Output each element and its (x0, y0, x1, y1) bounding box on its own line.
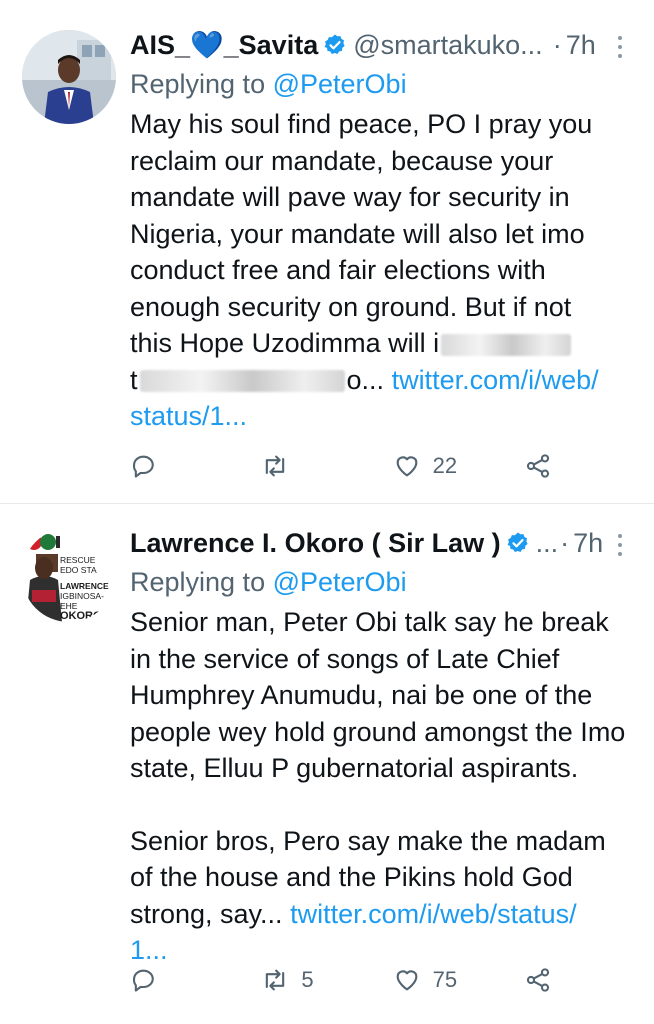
share-button[interactable] (524, 966, 564, 994)
reply-icon (132, 969, 154, 992)
display-name[interactable]: Lawrence I. Okoro ( Sir Law ) (130, 528, 501, 559)
tweet-actions: 5 75 (130, 966, 564, 994)
display-name[interactable]: AIS_💙_Savita (130, 29, 318, 61)
tweet-text-line: Nigeria, your mandate will also let imo (130, 218, 585, 249)
tweet-text-line: in the service of songs of Late Chief (130, 643, 560, 674)
tweet-text-line: enough security on ground. But if not (130, 291, 572, 322)
separator-dot: · (560, 527, 570, 558)
tweet-text-line: this Hope Uzodimma will i (130, 328, 440, 358)
timestamp[interactable]: 7h (566, 30, 596, 61)
show-more-link-continued[interactable]: 1... (130, 935, 168, 965)
tweet-header: Lawrence I. Okoro ( Sir Law ) ... · 7h (130, 526, 654, 560)
retweet-button[interactable]: 5 (261, 966, 331, 994)
heart-icon (396, 970, 418, 991)
blurred-text (139, 370, 345, 393)
share-icon (526, 454, 550, 478)
tweet-text-line: of the house and the Pikins hold God (130, 862, 573, 892)
avatar[interactable]: RESCUE EDO STA LAWRENCE IGBINOSA-EHE OKO… (22, 528, 116, 622)
separator-dot: · (552, 29, 562, 60)
tweet[interactable]: AIS_💙_Savita @smartakuko... · 7h Replyin… (0, 0, 654, 504)
tweet-text-line: May his soul find peace, PO I pray you (130, 109, 593, 139)
share-button[interactable] (524, 452, 564, 480)
verified-badge-icon (323, 33, 347, 57)
replying-to-label: Replying to (130, 567, 266, 597)
tweet-text-line: people wey hold ground amongst the Imo (130, 716, 626, 747)
mention-link[interactable]: @PeterObi (273, 567, 407, 597)
avatar[interactable] (22, 30, 116, 124)
like-count: 22 (432, 453, 458, 478)
tweet-text-line: mandate will pave way for security in (130, 182, 570, 212)
user-handle[interactable]: ... (536, 528, 559, 559)
show-more-link[interactable]: twitter.com/i/web/ (392, 365, 599, 395)
reply-icon (132, 455, 154, 478)
user-handle[interactable]: @smartakuko... (353, 30, 542, 61)
tweet-text-line: Senior man, Peter Obi talk say he break (130, 607, 609, 637)
retweet-button[interactable] (261, 452, 331, 480)
mention-link[interactable]: @PeterObi (273, 69, 407, 99)
replying-to-label: Replying to (130, 69, 266, 99)
avatar-text: IGBINOSA-EHE (60, 591, 104, 611)
tweet-actions: 22 (130, 452, 564, 480)
tweet-text-line: reclaim our mandate, because your (130, 145, 554, 176)
like-button[interactable]: 75 (393, 966, 463, 994)
show-more-link-continued[interactable]: status/1... (130, 401, 247, 431)
tweet-text: Senior man, Peter Obi talk say he break … (130, 604, 654, 969)
tweet-text-line: Senior bros, Pero say make the madam (130, 825, 606, 856)
reply-button[interactable] (130, 966, 200, 994)
tweet-feed: AIS_💙_Savita @smartakuko... · 7h Replyin… (0, 0, 654, 1024)
share-icon (526, 968, 550, 992)
heart-icon (396, 456, 418, 477)
tweet-text-line: conduct free and fair elections with (130, 255, 546, 285)
tweet-text-fragment: o... (346, 364, 385, 395)
retweet-count: 5 (301, 967, 314, 992)
tweet-text-line: state, Elluu P gubernatorial aspirants. (130, 753, 579, 783)
reply-button[interactable] (130, 452, 200, 480)
like-count: 75 (432, 967, 458, 992)
like-button[interactable]: 22 (393, 452, 463, 480)
avatar-text: LAWRENCE (60, 581, 109, 591)
retweet-icon (266, 969, 285, 991)
show-more-link[interactable]: twitter.com/i/web/status/ (290, 899, 577, 929)
avatar-text: OKORO (60, 610, 102, 622)
replying-to: Replying to @PeterObi (130, 564, 654, 600)
timestamp[interactable]: 7h (573, 528, 603, 559)
retweet-icon (266, 455, 285, 477)
replying-to: Replying to @PeterObi (130, 66, 654, 102)
avatar-text: RESCUE EDO STA (60, 555, 97, 575)
verified-badge-icon (506, 531, 530, 555)
more-vertical-icon[interactable] (618, 534, 624, 556)
tweet-text-fragment: strong, say... (130, 898, 283, 929)
tweet[interactable]: RESCUE EDO STA LAWRENCE IGBINOSA-EHE OKO… (0, 504, 654, 1024)
tweet-text-fragment: t (130, 364, 138, 395)
tweet-text-line: Humphrey Anumudu, nai be one of the (130, 680, 593, 710)
tweet-header: AIS_💙_Savita @smartakuko... · 7h (130, 28, 654, 62)
tweet-text: May his soul find peace, PO I pray you r… (130, 106, 654, 435)
more-vertical-icon[interactable] (618, 36, 624, 58)
blurred-text (441, 333, 572, 356)
